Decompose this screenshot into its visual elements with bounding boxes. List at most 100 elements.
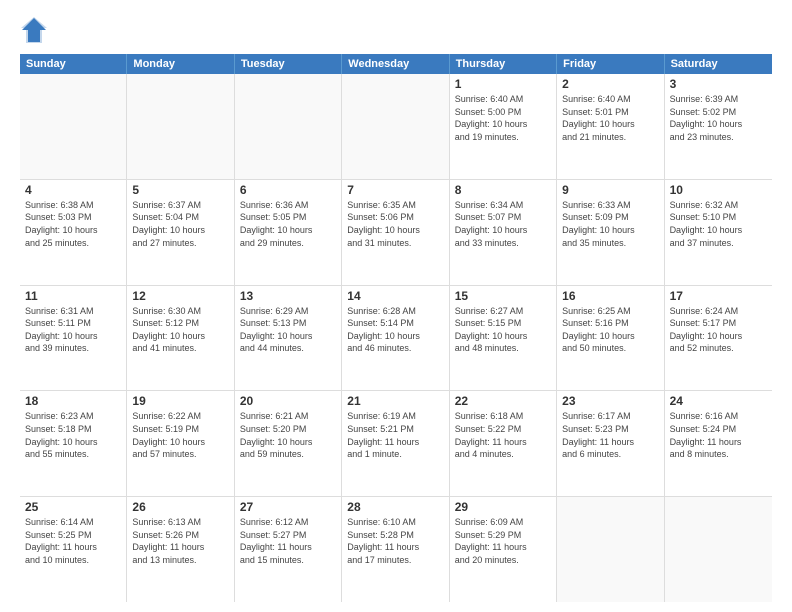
day-number: 2 bbox=[562, 77, 658, 91]
calendar-row-0: 1 Sunrise: 6:40 AM Sunset: 5:00 PM Daylig… bbox=[20, 74, 772, 180]
cal-cell: 11 Sunrise: 6:31 AM Sunset: 5:11 PM Dayli… bbox=[20, 286, 127, 391]
day-number: 16 bbox=[562, 289, 658, 303]
day-number: 26 bbox=[132, 500, 228, 514]
header-day-monday: Monday bbox=[127, 54, 234, 74]
day-info: Sunrise: 6:34 AM Sunset: 5:07 PM Dayligh… bbox=[455, 199, 551, 249]
calendar: SundayMondayTuesdayWednesdayThursdayFrid… bbox=[20, 54, 772, 602]
cal-cell: 6Sunrise: 6:36 AM Sunset: 5:05 PM Daylig… bbox=[235, 180, 342, 285]
calendar-row-4: 25Sunrise: 6:14 AM Sunset: 5:25 PM Dayli… bbox=[20, 497, 772, 602]
day-number: 23 bbox=[562, 394, 658, 408]
day-info: Sunrise: 6:23 AM Sunset: 5:18 PM Dayligh… bbox=[25, 410, 121, 460]
day-info: Sunrise: 6:13 AM Sunset: 5:26 PM Dayligh… bbox=[132, 516, 228, 566]
page: SundayMondayTuesdayWednesdayThursdayFrid… bbox=[0, 0, 792, 612]
cal-cell: 27 Sunrise: 6:12 AM Sunset: 5:27 PM Dayli… bbox=[235, 497, 342, 602]
cal-cell: 28Sunrise: 6:10 AM Sunset: 5:28 PM Dayli… bbox=[342, 497, 449, 602]
day-number: 21 bbox=[347, 394, 443, 408]
day-number: 9 bbox=[562, 183, 658, 197]
day-info: Sunrise: 6:32 AM Sunset: 5:10 PM Dayligh… bbox=[670, 199, 767, 249]
day-info: Sunrise: 6:22 AM Sunset: 5:19 PM Dayligh… bbox=[132, 410, 228, 460]
day-info: Sunrise: 6:35 AM Sunset: 5:06 PM Dayligh… bbox=[347, 199, 443, 249]
cal-cell: 22 Sunrise: 6:18 AM Sunset: 5:22 PM Dayli… bbox=[450, 391, 557, 496]
day-number: 1 bbox=[455, 77, 551, 91]
cal-cell: 19Sunrise: 6:22 AM Sunset: 5:19 PM Dayli… bbox=[127, 391, 234, 496]
day-number: 29 bbox=[455, 500, 551, 514]
day-number: 15 bbox=[455, 289, 551, 303]
calendar-row-1: 4Sunrise: 6:38 AM Sunset: 5:03 PM Daylig… bbox=[20, 180, 772, 286]
calendar-header: SundayMondayTuesdayWednesdayThursdayFrid… bbox=[20, 54, 772, 74]
day-info: Sunrise: 6:25 AM Sunset: 5:16 PM Dayligh… bbox=[562, 305, 658, 355]
cal-cell: 25Sunrise: 6:14 AM Sunset: 5:25 PM Dayli… bbox=[20, 497, 127, 602]
header-day-sunday: Sunday bbox=[20, 54, 127, 74]
day-info: Sunrise: 6:16 AM Sunset: 5:24 PM Dayligh… bbox=[670, 410, 767, 460]
cal-cell: 29 Sunrise: 6:09 AM Sunset: 5:29 PM Dayli… bbox=[450, 497, 557, 602]
header-day-friday: Friday bbox=[557, 54, 664, 74]
cal-cell: 3 Sunrise: 6:39 AM Sunset: 5:02 PM Daylig… bbox=[665, 74, 772, 179]
day-info: Sunrise: 6:33 AM Sunset: 5:09 PM Dayligh… bbox=[562, 199, 658, 249]
day-info: Sunrise: 6:24 AM Sunset: 5:17 PM Dayligh… bbox=[670, 305, 767, 355]
day-number: 17 bbox=[670, 289, 767, 303]
cal-cell bbox=[557, 497, 664, 602]
header-day-thursday: Thursday bbox=[450, 54, 557, 74]
cal-cell: 23 Sunrise: 6:17 AM Sunset: 5:23 PM Dayli… bbox=[557, 391, 664, 496]
day-info: Sunrise: 6:40 AM Sunset: 5:01 PM Dayligh… bbox=[562, 93, 658, 143]
day-number: 20 bbox=[240, 394, 336, 408]
day-info: Sunrise: 6:30 AM Sunset: 5:12 PM Dayligh… bbox=[132, 305, 228, 355]
header bbox=[20, 16, 772, 44]
cal-cell: 12 Sunrise: 6:30 AM Sunset: 5:12 PM Dayli… bbox=[127, 286, 234, 391]
day-number: 12 bbox=[132, 289, 228, 303]
day-number: 5 bbox=[132, 183, 228, 197]
day-number: 4 bbox=[25, 183, 121, 197]
cal-cell: 24 Sunrise: 6:16 AM Sunset: 5:24 PM Dayli… bbox=[665, 391, 772, 496]
cal-cell: 2 Sunrise: 6:40 AM Sunset: 5:01 PM Daylig… bbox=[557, 74, 664, 179]
day-info: Sunrise: 6:31 AM Sunset: 5:11 PM Dayligh… bbox=[25, 305, 121, 355]
day-number: 3 bbox=[670, 77, 767, 91]
day-info: Sunrise: 6:09 AM Sunset: 5:29 PM Dayligh… bbox=[455, 516, 551, 566]
day-info: Sunrise: 6:18 AM Sunset: 5:22 PM Dayligh… bbox=[455, 410, 551, 460]
day-number: 22 bbox=[455, 394, 551, 408]
day-info: Sunrise: 6:39 AM Sunset: 5:02 PM Dayligh… bbox=[670, 93, 767, 143]
calendar-body: 1 Sunrise: 6:40 AM Sunset: 5:00 PM Daylig… bbox=[20, 74, 772, 602]
day-info: Sunrise: 6:36 AM Sunset: 5:05 PM Dayligh… bbox=[240, 199, 336, 249]
cal-cell: 7 Sunrise: 6:35 AM Sunset: 5:06 PM Daylig… bbox=[342, 180, 449, 285]
day-info: Sunrise: 6:12 AM Sunset: 5:27 PM Dayligh… bbox=[240, 516, 336, 566]
calendar-row-2: 11 Sunrise: 6:31 AM Sunset: 5:11 PM Dayli… bbox=[20, 286, 772, 392]
logo-icon bbox=[20, 16, 48, 44]
cal-cell: 13 Sunrise: 6:29 AM Sunset: 5:13 PM Dayli… bbox=[235, 286, 342, 391]
cal-cell: 16 Sunrise: 6:25 AM Sunset: 5:16 PM Dayli… bbox=[557, 286, 664, 391]
cal-cell bbox=[235, 74, 342, 179]
day-info: Sunrise: 6:37 AM Sunset: 5:04 PM Dayligh… bbox=[132, 199, 228, 249]
day-number: 14 bbox=[347, 289, 443, 303]
cal-cell: 26 Sunrise: 6:13 AM Sunset: 5:26 PM Dayli… bbox=[127, 497, 234, 602]
cal-cell: 21 Sunrise: 6:19 AM Sunset: 5:21 PM Dayli… bbox=[342, 391, 449, 496]
cal-cell bbox=[127, 74, 234, 179]
cal-cell: 1 Sunrise: 6:40 AM Sunset: 5:00 PM Daylig… bbox=[450, 74, 557, 179]
day-number: 24 bbox=[670, 394, 767, 408]
day-number: 10 bbox=[670, 183, 767, 197]
day-info: Sunrise: 6:10 AM Sunset: 5:28 PM Dayligh… bbox=[347, 516, 443, 566]
day-number: 18 bbox=[25, 394, 121, 408]
day-number: 13 bbox=[240, 289, 336, 303]
day-info: Sunrise: 6:17 AM Sunset: 5:23 PM Dayligh… bbox=[562, 410, 658, 460]
day-info: Sunrise: 6:14 AM Sunset: 5:25 PM Dayligh… bbox=[25, 516, 121, 566]
cal-cell bbox=[342, 74, 449, 179]
calendar-row-3: 18 Sunrise: 6:23 AM Sunset: 5:18 PM Dayli… bbox=[20, 391, 772, 497]
cal-cell: 17 Sunrise: 6:24 AM Sunset: 5:17 PM Dayli… bbox=[665, 286, 772, 391]
day-number: 7 bbox=[347, 183, 443, 197]
cal-cell: 20Sunrise: 6:21 AM Sunset: 5:20 PM Dayli… bbox=[235, 391, 342, 496]
header-day-wednesday: Wednesday bbox=[342, 54, 449, 74]
day-info: Sunrise: 6:29 AM Sunset: 5:13 PM Dayligh… bbox=[240, 305, 336, 355]
cal-cell: 14Sunrise: 6:28 AM Sunset: 5:14 PM Dayli… bbox=[342, 286, 449, 391]
day-number: 11 bbox=[25, 289, 121, 303]
cal-cell: 10 Sunrise: 6:32 AM Sunset: 5:10 PM Dayli… bbox=[665, 180, 772, 285]
cal-cell: 15 Sunrise: 6:27 AM Sunset: 5:15 PM Dayli… bbox=[450, 286, 557, 391]
day-info: Sunrise: 6:27 AM Sunset: 5:15 PM Dayligh… bbox=[455, 305, 551, 355]
day-number: 27 bbox=[240, 500, 336, 514]
day-info: Sunrise: 6:40 AM Sunset: 5:00 PM Dayligh… bbox=[455, 93, 551, 143]
day-info: Sunrise: 6:19 AM Sunset: 5:21 PM Dayligh… bbox=[347, 410, 443, 460]
cal-cell bbox=[665, 497, 772, 602]
cal-cell: 8Sunrise: 6:34 AM Sunset: 5:07 PM Daylig… bbox=[450, 180, 557, 285]
header-day-tuesday: Tuesday bbox=[235, 54, 342, 74]
logo bbox=[20, 16, 52, 44]
cal-cell: 4Sunrise: 6:38 AM Sunset: 5:03 PM Daylig… bbox=[20, 180, 127, 285]
cal-cell bbox=[20, 74, 127, 179]
